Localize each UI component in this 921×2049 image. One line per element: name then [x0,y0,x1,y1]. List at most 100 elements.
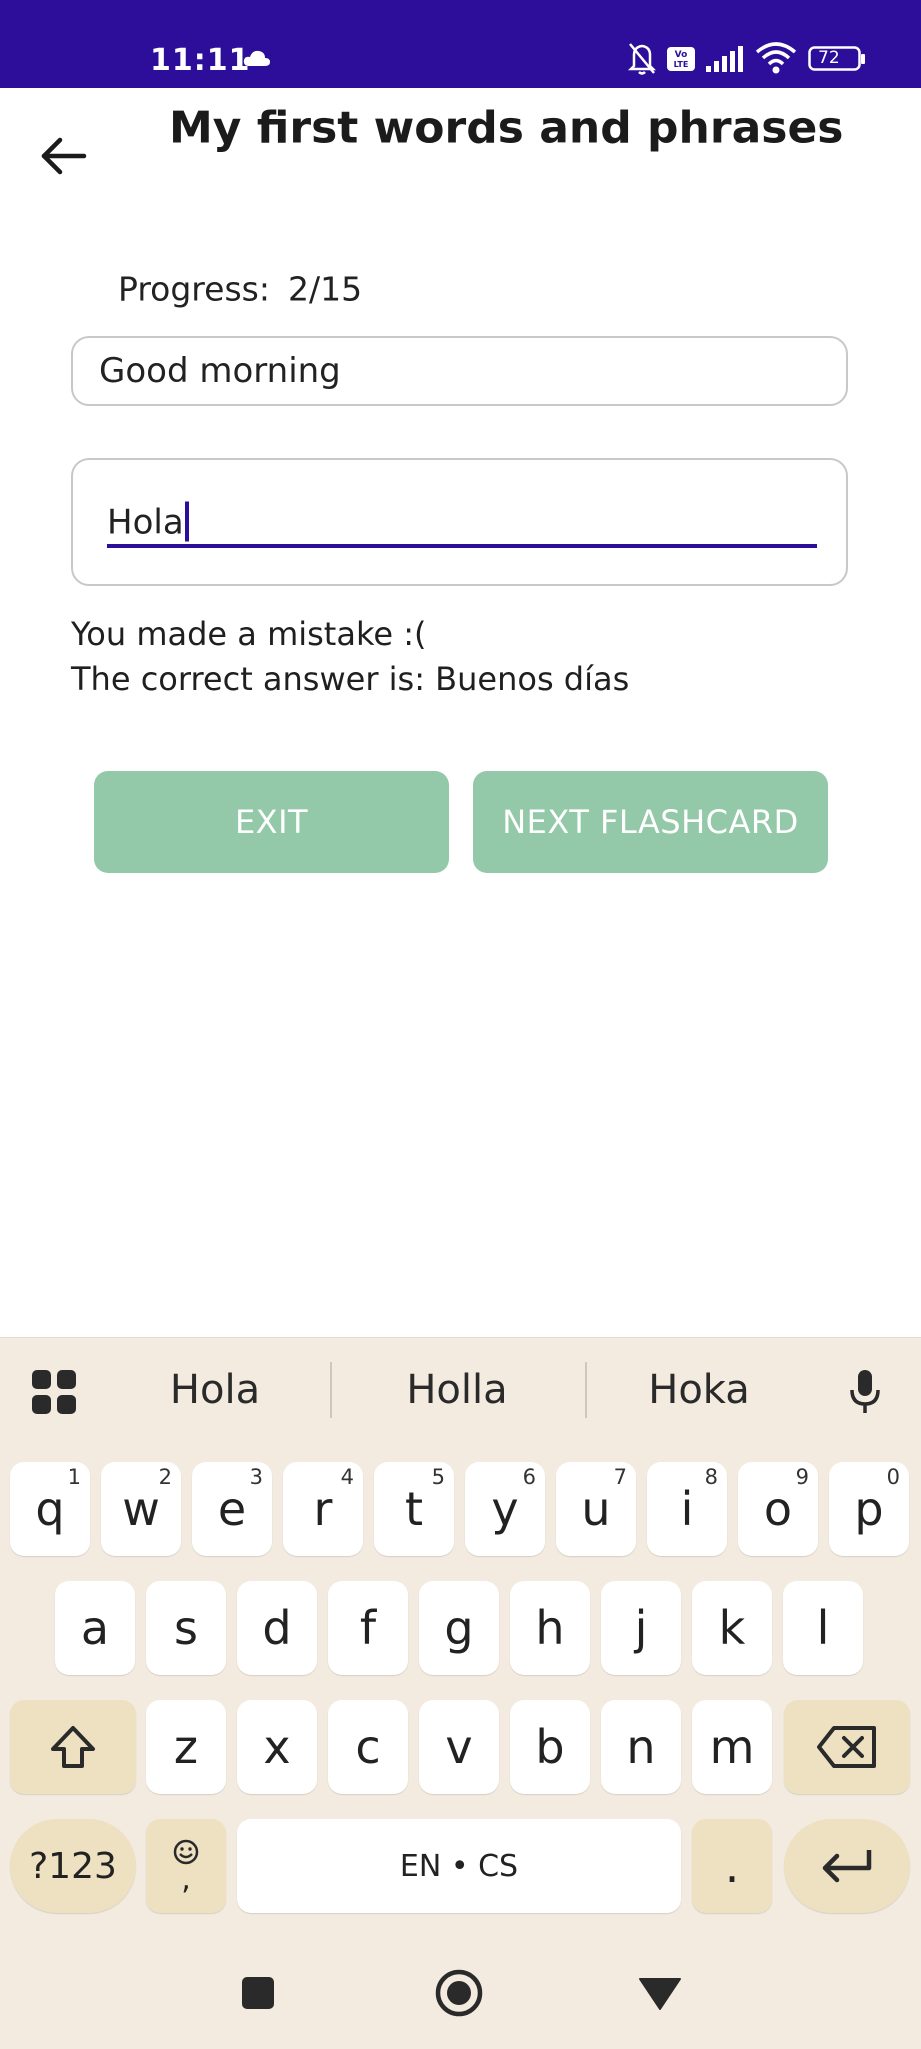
key-l[interactable]: l [783,1581,863,1675]
mistake-text: You made a mistake :( [71,615,427,653]
key-z[interactable]: z [146,1700,226,1794]
home-circle-icon[interactable] [434,1968,484,2018]
key-label: r [313,1482,333,1536]
key-j[interactable]: j [601,1581,681,1675]
key-q[interactable]: q1 [10,1462,90,1556]
key-a[interactable]: a [55,1581,135,1675]
cloud-icon [243,50,270,66]
wifi-icon [755,42,797,74]
key-o[interactable]: o9 [738,1462,818,1556]
key-m[interactable]: m [692,1700,772,1794]
key-s[interactable]: s [146,1581,226,1675]
navigation-bar [0,1937,921,2048]
key-d[interactable]: d [237,1581,317,1675]
key-hint: 3 [249,1465,263,1489]
key-label: u [581,1482,611,1536]
flashcard-prompt: Good morning [71,336,848,406]
key-label: s [174,1601,198,1655]
key-label: n [626,1720,656,1774]
feedback-message: You made a mistake :( The correct answer… [71,612,629,702]
key-i[interactable]: i8 [647,1462,727,1556]
signal-icon [706,46,743,72]
key-label: h [535,1601,565,1655]
apps-grid-icon[interactable] [30,1368,78,1416]
recents-square-icon[interactable] [240,1975,276,2011]
key-w[interactable]: w2 [101,1462,181,1556]
answer-field[interactable]: Hola [71,458,848,586]
key-u[interactable]: u7 [556,1462,636,1556]
key-label: w [122,1482,160,1536]
suggestion-divider [585,1362,587,1418]
backspace-icon [817,1726,876,1768]
key-hint: 8 [704,1465,718,1489]
key-label: b [535,1720,565,1774]
back-arrow-icon[interactable] [36,128,92,184]
key-c[interactable]: c [328,1700,408,1794]
key-v[interactable]: v [419,1700,499,1794]
key-label: o [763,1482,793,1536]
key-g[interactable]: g [419,1581,499,1675]
page-title: My first words and phrases [169,102,844,154]
key-label: f [359,1601,377,1655]
text-cursor [184,501,189,542]
key-label: c [355,1720,381,1774]
key-x[interactable]: x [237,1700,317,1794]
key-t[interactable]: t5 [374,1462,454,1556]
key-r[interactable]: r4 [283,1462,363,1556]
key-k[interactable]: k [692,1581,772,1675]
back-triangle-icon[interactable] [638,1975,682,2011]
key-label: t [404,1482,424,1536]
key-b[interactable]: b [510,1700,590,1794]
key-p[interactable]: p0 [829,1462,909,1556]
enter-key[interactable] [784,1819,910,1913]
key-label: g [444,1601,474,1655]
prompt-text: Good morning [99,351,341,391]
emoji-comma-key[interactable]: , [146,1819,226,1913]
space-key[interactable]: EN • CS [237,1819,681,1913]
key-label: m [709,1720,755,1774]
key-hint: 4 [340,1465,354,1489]
status-bar: 11:11 Vo LTE 72 [0,0,921,88]
shift-key[interactable] [10,1700,136,1794]
key-y[interactable]: y6 [465,1462,545,1556]
enter-icon [822,1850,872,1883]
key-label: a [80,1601,110,1655]
exit-button[interactable]: EXIT [94,771,449,873]
bell-off-icon [627,43,657,75]
key-label: j [634,1601,648,1655]
suggestion-item[interactable]: Hola [170,1367,260,1413]
backspace-key[interactable] [784,1700,910,1794]
key-hint: 0 [886,1465,900,1489]
svg-text:Vo: Vo [675,50,688,60]
key-hint: 6 [522,1465,536,1489]
key-label: d [262,1601,292,1655]
key-label: l [816,1601,830,1655]
progress-indicator: Progress: 2/15 [118,270,362,309]
answer-value: Hola [107,502,184,543]
microphone-icon[interactable] [848,1368,882,1416]
correct-answer-text: The correct answer is: Buenos días [71,660,630,698]
answer-input[interactable]: Hola [107,484,817,548]
key-label: y [491,1482,519,1536]
answer-input-text[interactable]: Hola [107,501,189,543]
key-n[interactable]: n [601,1700,681,1794]
key-hint: 7 [613,1465,627,1489]
key-label: p [854,1482,884,1536]
suggestion-item[interactable]: Holla [406,1367,507,1413]
key-h[interactable]: h [510,1581,590,1675]
key-label: e [217,1482,247,1536]
key-hint: 2 [158,1465,172,1489]
key-label: q [35,1482,65,1536]
key-f[interactable]: f [328,1581,408,1675]
key-e[interactable]: e3 [192,1462,272,1556]
suggestion-divider [330,1362,332,1418]
period-key[interactable]: . [692,1819,772,1913]
key-hint: 9 [795,1465,809,1489]
key-label: v [445,1720,473,1774]
symbols-key[interactable]: ?123 [10,1819,136,1913]
volte-icon: Vo LTE [667,47,695,71]
next-flashcard-button[interactable]: NEXT FLASHCARD [473,771,828,873]
progress-value: 2/15 [287,269,363,309]
suggestion-item[interactable]: Hoka [648,1367,750,1413]
suggestion-bar: Hola Holla Hoka [0,1338,921,1442]
